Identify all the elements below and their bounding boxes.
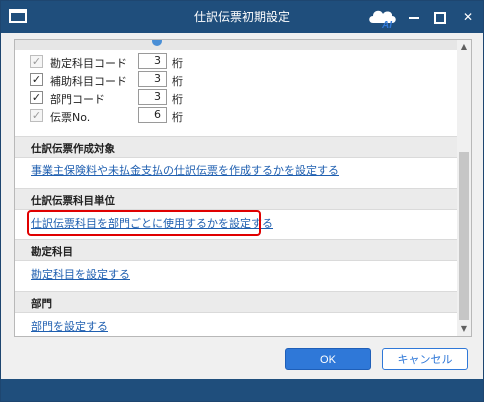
digits-unit-label: 桁 <box>172 93 183 106</box>
ok-button[interactable]: OK <box>285 348 371 370</box>
maximize-icon <box>434 11 446 24</box>
digits-unit-label: 桁 <box>172 111 183 124</box>
code-row-label: 伝票No. <box>50 111 91 124</box>
close-icon: ✕ <box>462 10 474 24</box>
dialog-window: 仕訳伝票初期設定 AI ✕ ✓ 勘定科目コード 3 桁 ✓ 補助科目コード 3 … <box>0 0 484 402</box>
code-row-label: 勘定科目コード <box>50 57 127 70</box>
section-heading: 勘定科目 <box>31 246 73 258</box>
account-code-checkbox: ✓ <box>30 55 43 68</box>
scroll-down-arrow-icon[interactable]: ▼ <box>457 322 471 336</box>
ai-badge-text: AI <box>381 20 392 29</box>
title-bar[interactable]: 仕訳伝票初期設定 AI ✕ <box>1 1 483 33</box>
section-heading: 部門 <box>31 298 52 310</box>
voucher-no-digits-input[interactable]: 6 <box>138 107 167 123</box>
code-row-label: 補助科目コード <box>50 75 127 88</box>
account-code-digits-input[interactable]: 3 <box>138 53 167 69</box>
scroll-up-arrow-icon[interactable]: ▲ <box>457 40 471 54</box>
code-digits-section-header <box>15 40 457 50</box>
section-heading: 仕訳伝票科目単位 <box>31 195 115 207</box>
section-header-department: 部門 <box>15 291 457 313</box>
cancel-button[interactable]: キャンセル <box>382 348 468 370</box>
section-header-journal-target: 仕訳伝票作成対象 <box>15 136 457 158</box>
settings-panel[interactable]: ✓ 勘定科目コード 3 桁 ✓ 補助科目コード 3 桁 ✓ 部門コード 3 桁 … <box>14 39 472 337</box>
digits-unit-label: 桁 <box>172 75 183 88</box>
department-code-checkbox[interactable]: ✓ <box>30 91 43 104</box>
settings-content: ✓ 勘定科目コード 3 桁 ✓ 補助科目コード 3 桁 ✓ 部門コード 3 桁 … <box>15 40 457 336</box>
scroll-thumb[interactable] <box>459 152 469 320</box>
highlight-box <box>27 210 261 236</box>
journal-target-setting-link[interactable]: 事業主保険料や未払金支払の仕訳伝票を作成するかを設定する <box>31 162 339 178</box>
minimize-icon <box>409 16 419 19</box>
voucher-no-checkbox: ✓ <box>30 109 43 122</box>
subaccount-code-checkbox[interactable]: ✓ <box>30 73 43 86</box>
ai-cloud-icon: AI <box>369 10 396 29</box>
section-header-account: 勘定科目 <box>15 239 457 261</box>
info-icon[interactable] <box>152 40 162 46</box>
vertical-scrollbar[interactable]: ▲ ▼ <box>457 40 471 336</box>
section-header-account-unit: 仕訳伝票科目単位 <box>15 188 457 210</box>
department-code-digits-input[interactable]: 3 <box>138 89 167 105</box>
subaccount-code-digits-input[interactable]: 3 <box>138 71 167 87</box>
window-bottom-frame <box>1 379 483 401</box>
close-button[interactable]: ✕ <box>451 1 484 33</box>
department-setting-link[interactable]: 部門を設定する <box>31 318 108 334</box>
code-row-label: 部門コード <box>50 93 105 106</box>
account-setting-link[interactable]: 勘定科目を設定する <box>31 266 130 282</box>
digits-unit-label: 桁 <box>172 57 183 70</box>
section-heading: 仕訳伝票作成対象 <box>31 143 115 155</box>
